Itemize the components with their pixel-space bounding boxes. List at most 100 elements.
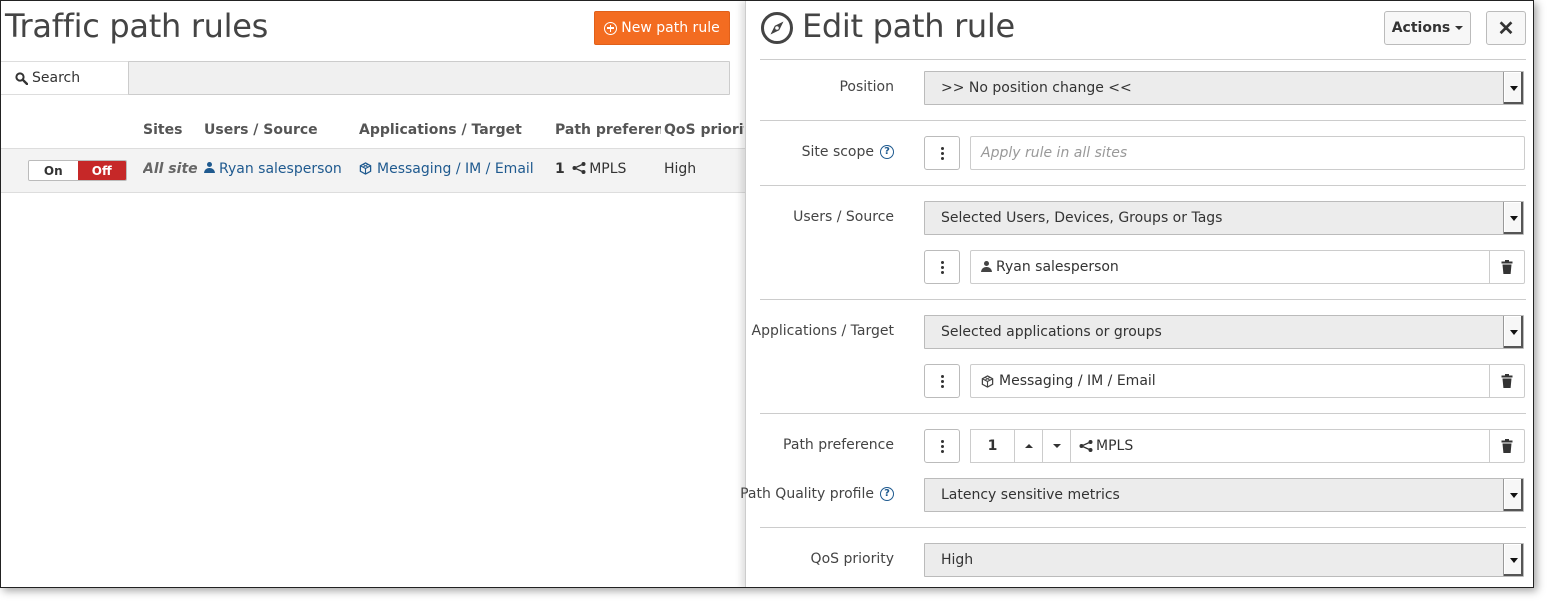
row-qos: High <box>664 161 697 177</box>
path-quality-select[interactable]: Latency sensitive metrics <box>924 478 1524 512</box>
user-icon <box>204 162 215 174</box>
path-quality-value: Latency sensitive metrics <box>941 487 1120 503</box>
chevron-down-icon[interactable] <box>1503 202 1523 234</box>
site-scope-placeholder: Apply rule in all sites <box>981 145 1128 161</box>
column-header-sites[interactable]: Sites <box>143 122 182 138</box>
applications-target-item[interactable]: Messaging / IM / Email <box>970 364 1490 398</box>
column-header-path-preference[interactable]: Path preference <box>555 122 661 138</box>
path-target-text: MPLS <box>1096 438 1134 454</box>
path-rank-value[interactable]: 1 <box>970 429 1015 463</box>
kebab-icon <box>940 374 944 378</box>
kebab-icon <box>940 260 944 264</box>
path-quality-label: Path Quality profile ? <box>740 486 894 502</box>
edit-panel-title: Edit path rule <box>802 7 1015 45</box>
arrow-down-icon <box>1052 444 1061 448</box>
site-scope-input[interactable]: Apply rule in all sites <box>970 136 1525 170</box>
search-row: Search <box>1 61 745 95</box>
chevron-down-icon[interactable] <box>1503 479 1523 511</box>
actions-dropdown-button[interactable]: Actions <box>1384 11 1471 45</box>
search-icon <box>15 71 28 85</box>
chevron-down-icon[interactable] <box>1503 544 1523 576</box>
help-icon[interactable]: ? <box>880 487 894 501</box>
column-header-applications-target[interactable]: Applications / Target <box>359 122 522 138</box>
trash-icon <box>1501 374 1513 388</box>
trash-icon <box>1501 260 1513 274</box>
path-preference-label-text: Path preference <box>783 437 894 453</box>
applications-target-delete-button[interactable] <box>1489 364 1525 398</box>
path-preference-menu-button[interactable] <box>924 429 960 463</box>
app-window: Traffic path rules New path rule Search … <box>0 0 1534 588</box>
row-path-preference: 1 MPLS <box>555 161 626 177</box>
row-applications-text: Messaging / IM / Email <box>377 161 534 177</box>
cube-icon <box>981 374 994 388</box>
search-input[interactable] <box>128 61 730 95</box>
qos-priority-label-text: QoS priority <box>810 551 894 567</box>
row-path-rank: 1 <box>555 161 565 177</box>
applications-target-item-text: Messaging / IM / Email <box>999 373 1156 389</box>
kebab-icon <box>940 146 944 150</box>
divider <box>760 120 1526 121</box>
table-row[interactable]: On Off All sites Ryan salesperson Messag… <box>1 149 745 193</box>
applications-target-select[interactable]: Selected applications or groups <box>924 315 1524 349</box>
divider <box>760 185 1526 186</box>
site-scope-label: Site scope ? <box>802 144 894 160</box>
rule-enable-toggle[interactable]: On Off <box>28 160 127 181</box>
share-icon <box>572 162 586 174</box>
search-label: Search <box>1 61 129 95</box>
users-source-label: Users / Source <box>793 209 894 225</box>
trash-icon <box>1501 439 1513 453</box>
users-source-menu-button[interactable] <box>924 250 960 284</box>
divider <box>760 299 1526 300</box>
users-source-delete-button[interactable] <box>1489 250 1525 284</box>
path-rank-down-button[interactable] <box>1042 429 1071 463</box>
chevron-down-icon[interactable] <box>1503 316 1523 348</box>
users-source-item-text: Ryan salesperson <box>996 259 1119 275</box>
row-applications-link[interactable]: Messaging / IM / Email <box>359 161 534 177</box>
caret-down-icon <box>1455 26 1464 30</box>
qos-priority-label: QoS priority <box>811 551 894 567</box>
applications-target-value: Selected applications or groups <box>941 324 1162 340</box>
path-target[interactable]: MPLS <box>1070 429 1490 463</box>
help-icon[interactable]: ? <box>880 145 894 159</box>
chevron-down-icon[interactable] <box>1503 72 1523 104</box>
cube-icon <box>359 162 372 175</box>
users-source-label-text: Users / Source <box>793 209 894 225</box>
applications-target-label: Applications / Target <box>752 323 894 339</box>
divider <box>760 59 1526 60</box>
column-header-qos-priority[interactable]: QoS priority <box>664 122 744 138</box>
path-preference-label: Path preference <box>783 437 894 453</box>
arrow-up-icon <box>1024 444 1033 448</box>
row-path-name: MPLS <box>589 161 627 177</box>
column-header-users-source[interactable]: Users / Source <box>204 122 318 138</box>
new-path-rule-button[interactable]: New path rule <box>594 11 730 45</box>
path-preference-delete-button[interactable] <box>1489 429 1525 463</box>
row-users-text: Ryan salesperson <box>219 161 342 177</box>
table-header: Sites Users / Source Applications / Targ… <box>1 111 745 149</box>
qos-priority-select[interactable]: High <box>924 543 1524 577</box>
user-icon <box>981 261 992 273</box>
divider <box>760 527 1526 528</box>
position-label: Position <box>839 79 894 95</box>
path-rank-up-button[interactable] <box>1014 429 1043 463</box>
users-source-select[interactable]: Selected Users, Devices, Groups or Tags <box>924 201 1524 235</box>
kebab-icon <box>940 439 944 443</box>
applications-target-label-text: Applications / Target <box>751 323 894 339</box>
toggle-off[interactable]: Off <box>77 161 126 180</box>
users-source-item[interactable]: Ryan salesperson <box>970 250 1490 284</box>
row-users-link[interactable]: Ryan salesperson <box>204 161 342 177</box>
edit-rule-panel: Edit path rule Actions ✕ Position >> No … <box>740 1 1533 587</box>
applications-target-menu-button[interactable] <box>924 364 960 398</box>
site-scope-menu-button[interactable] <box>924 136 960 170</box>
close-button[interactable]: ✕ <box>1486 11 1526 45</box>
position-select[interactable]: >> No position change << <box>924 71 1524 105</box>
position-value: >> No position change << <box>941 80 1132 96</box>
rules-list-panel: Traffic path rules New path rule Search … <box>1 1 745 587</box>
row-sites: All sites <box>143 161 197 177</box>
toggle-on[interactable]: On <box>29 161 78 180</box>
users-source-value: Selected Users, Devices, Groups or Tags <box>941 210 1223 226</box>
compass-icon <box>761 12 793 44</box>
position-label-text: Position <box>839 79 894 95</box>
divider <box>760 413 1526 414</box>
share-icon <box>1079 440 1093 452</box>
close-icon: ✕ <box>1497 17 1515 40</box>
